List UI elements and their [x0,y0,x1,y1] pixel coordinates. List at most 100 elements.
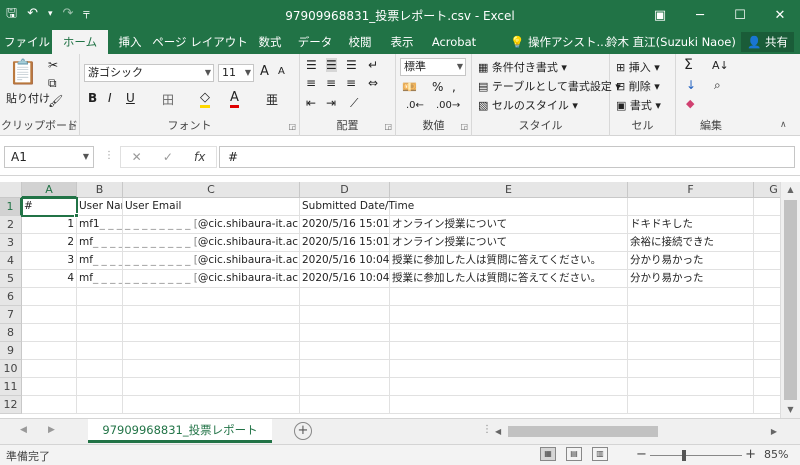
border-icon[interactable]: 田 [162,91,174,108]
font-color-icon[interactable]: A [230,90,239,108]
grid-cell[interactable] [300,342,390,360]
column-header-b[interactable]: B [77,182,123,198]
cell-b1[interactable]: User Name [77,198,123,216]
grid-cell[interactable] [628,198,754,216]
grid-cell[interactable] [754,270,780,288]
page-layout-view-icon[interactable]: ▤ [566,447,582,461]
grid-cell[interactable] [123,288,300,306]
grid-cell[interactable] [22,324,77,342]
grow-font-icon[interactable]: A [260,64,269,79]
alignment-launcher-icon[interactable]: ◲ [384,122,392,131]
cell-c3[interactable]: _ _ _ _ _ _ _ _ [@cic.shibaura-it.ac.jp [123,234,300,252]
grid-cell[interactable] [300,288,390,306]
normal-view-icon[interactable]: ▦ [540,447,556,461]
scroll-right-icon[interactable]: ▶ [771,424,777,439]
grid-cell[interactable] [754,360,780,378]
increase-indent-icon[interactable]: ⇥ [326,96,336,110]
maximize-button[interactable]: ☐ [720,0,760,30]
currency-icon[interactable]: 💴 [402,80,417,94]
grid-cell[interactable] [754,324,780,342]
grid-cell[interactable] [123,396,300,414]
row-header-8[interactable]: 8 [0,324,22,342]
name-box[interactable]: A1 ▼ [4,146,94,168]
cell-f5[interactable]: 分かり易かった [628,270,754,288]
share-button[interactable]: 👤 共有 [741,32,794,52]
column-header-f[interactable]: F [628,182,754,198]
font-launcher-icon[interactable]: ◲ [288,122,296,131]
cell-c5[interactable]: _ _ _ _ _ _ _ _ [@cic.shibaura-it.ac.jp [123,270,300,288]
save-icon[interactable]: 🖫 [6,5,17,23]
cancel-icon[interactable]: ✕ [132,150,142,164]
format-cells-button[interactable]: ▣ 書式 ▾ [616,97,661,113]
font-size-select[interactable]: 11 ▼ [218,64,254,82]
tab-data[interactable]: データ [292,30,338,54]
tab-review[interactable]: 校閲 [340,30,380,54]
enter-icon[interactable]: ✓ [163,150,173,164]
cell-e4[interactable]: 授業に参加した人は質問に答えてください。 [390,252,628,270]
grid-cell[interactable] [123,360,300,378]
grid-cell[interactable] [123,378,300,396]
tab-formulas[interactable]: 数式 [250,30,290,54]
align-top-icon[interactable]: ☰ [306,58,317,72]
grid-cell[interactable] [754,252,780,270]
italic-button[interactable]: I [108,91,112,105]
zoom-knob[interactable] [682,450,686,461]
insert-cells-button[interactable]: ⊞ 挿入 ▾ [616,59,660,75]
page-break-view-icon[interactable]: ▥ [592,447,608,461]
grid-cell[interactable] [628,360,754,378]
zoom-level[interactable]: 85% [764,448,788,461]
cell-a2[interactable]: 1 [22,216,77,234]
grid-cell[interactable] [77,306,123,324]
align-right-icon[interactable]: ≡ [346,76,356,90]
row-header-3[interactable]: 3 [0,234,22,252]
column-header-c[interactable]: C [123,182,300,198]
shrink-font-icon[interactable]: A [278,66,285,77]
row-header-7[interactable]: 7 [0,306,22,324]
cell-a3[interactable]: 2 [22,234,77,252]
cut-icon[interactable]: ✂ [48,58,58,72]
grid-cell[interactable] [390,288,628,306]
cell-b5[interactable]: mf_ _ _ _ [77,270,123,288]
grid-cell[interactable] [123,306,300,324]
row-header-1[interactable]: 1 [0,198,22,216]
paste-button[interactable]: 貼り付け [6,90,50,106]
undo-dropdown-icon[interactable]: ▾ [48,5,53,23]
zoom-slider[interactable]: − + [636,447,756,463]
cell-a5[interactable]: 4 [22,270,77,288]
grid-cell[interactable] [628,378,754,396]
sheet-tab-active[interactable]: 97909968831_投票レポート [88,419,272,443]
format-as-table-button[interactable]: ▤ テーブルとして書式設定 ▾ [478,78,621,94]
wrap-text-icon[interactable]: ↵ [368,58,378,72]
font-name-select[interactable]: 游ゴシック ▼ [84,64,214,82]
tab-split-handle-icon[interactable]: ⋮ [482,424,492,435]
grid-cell[interactable] [754,216,780,234]
clear-icon[interactable]: ◆ [686,97,694,110]
phonetic-icon[interactable]: 亜 [266,91,278,108]
cell-b2[interactable]: mf1_ _ _ _ [77,216,123,234]
tab-page-layout[interactable]: ページ レイアウト [152,30,248,54]
grid-cell[interactable] [77,360,123,378]
vertical-scrollbar[interactable]: ▲ ▼ [780,182,800,418]
cell-a1[interactable]: # [22,198,77,216]
scroll-up-icon[interactable]: ▲ [781,182,800,198]
grid-cell[interactable] [754,342,780,360]
grid-cell[interactable] [300,324,390,342]
grid-cell[interactable] [390,306,628,324]
grid-cell[interactable] [390,378,628,396]
select-all-button[interactable] [0,182,22,198]
cell-d5[interactable]: 2020/5/16 10:04 [300,270,390,288]
zoom-in-button[interactable]: + [745,447,756,462]
column-header-d[interactable]: D [300,182,390,198]
paste-icon[interactable]: 📋 [8,58,38,86]
align-center-icon[interactable]: ≡ [326,76,336,90]
clipboard-launcher-icon[interactable]: ◲ [68,122,76,131]
grid-cell[interactable] [628,342,754,360]
tab-insert[interactable]: 挿入 [110,30,150,54]
number-format-select[interactable]: 標準 ▼ [400,58,466,76]
user-name[interactable]: 鈴木 直江(Suzuki Naoe) [606,30,736,54]
column-header-g[interactable]: G [754,182,780,198]
row-header-4[interactable]: 4 [0,252,22,270]
collapse-ribbon-icon[interactable]: ∧ [780,120,787,130]
cell-d3[interactable]: 2020/5/16 15:01 [300,234,390,252]
grid-cell[interactable] [390,198,628,216]
